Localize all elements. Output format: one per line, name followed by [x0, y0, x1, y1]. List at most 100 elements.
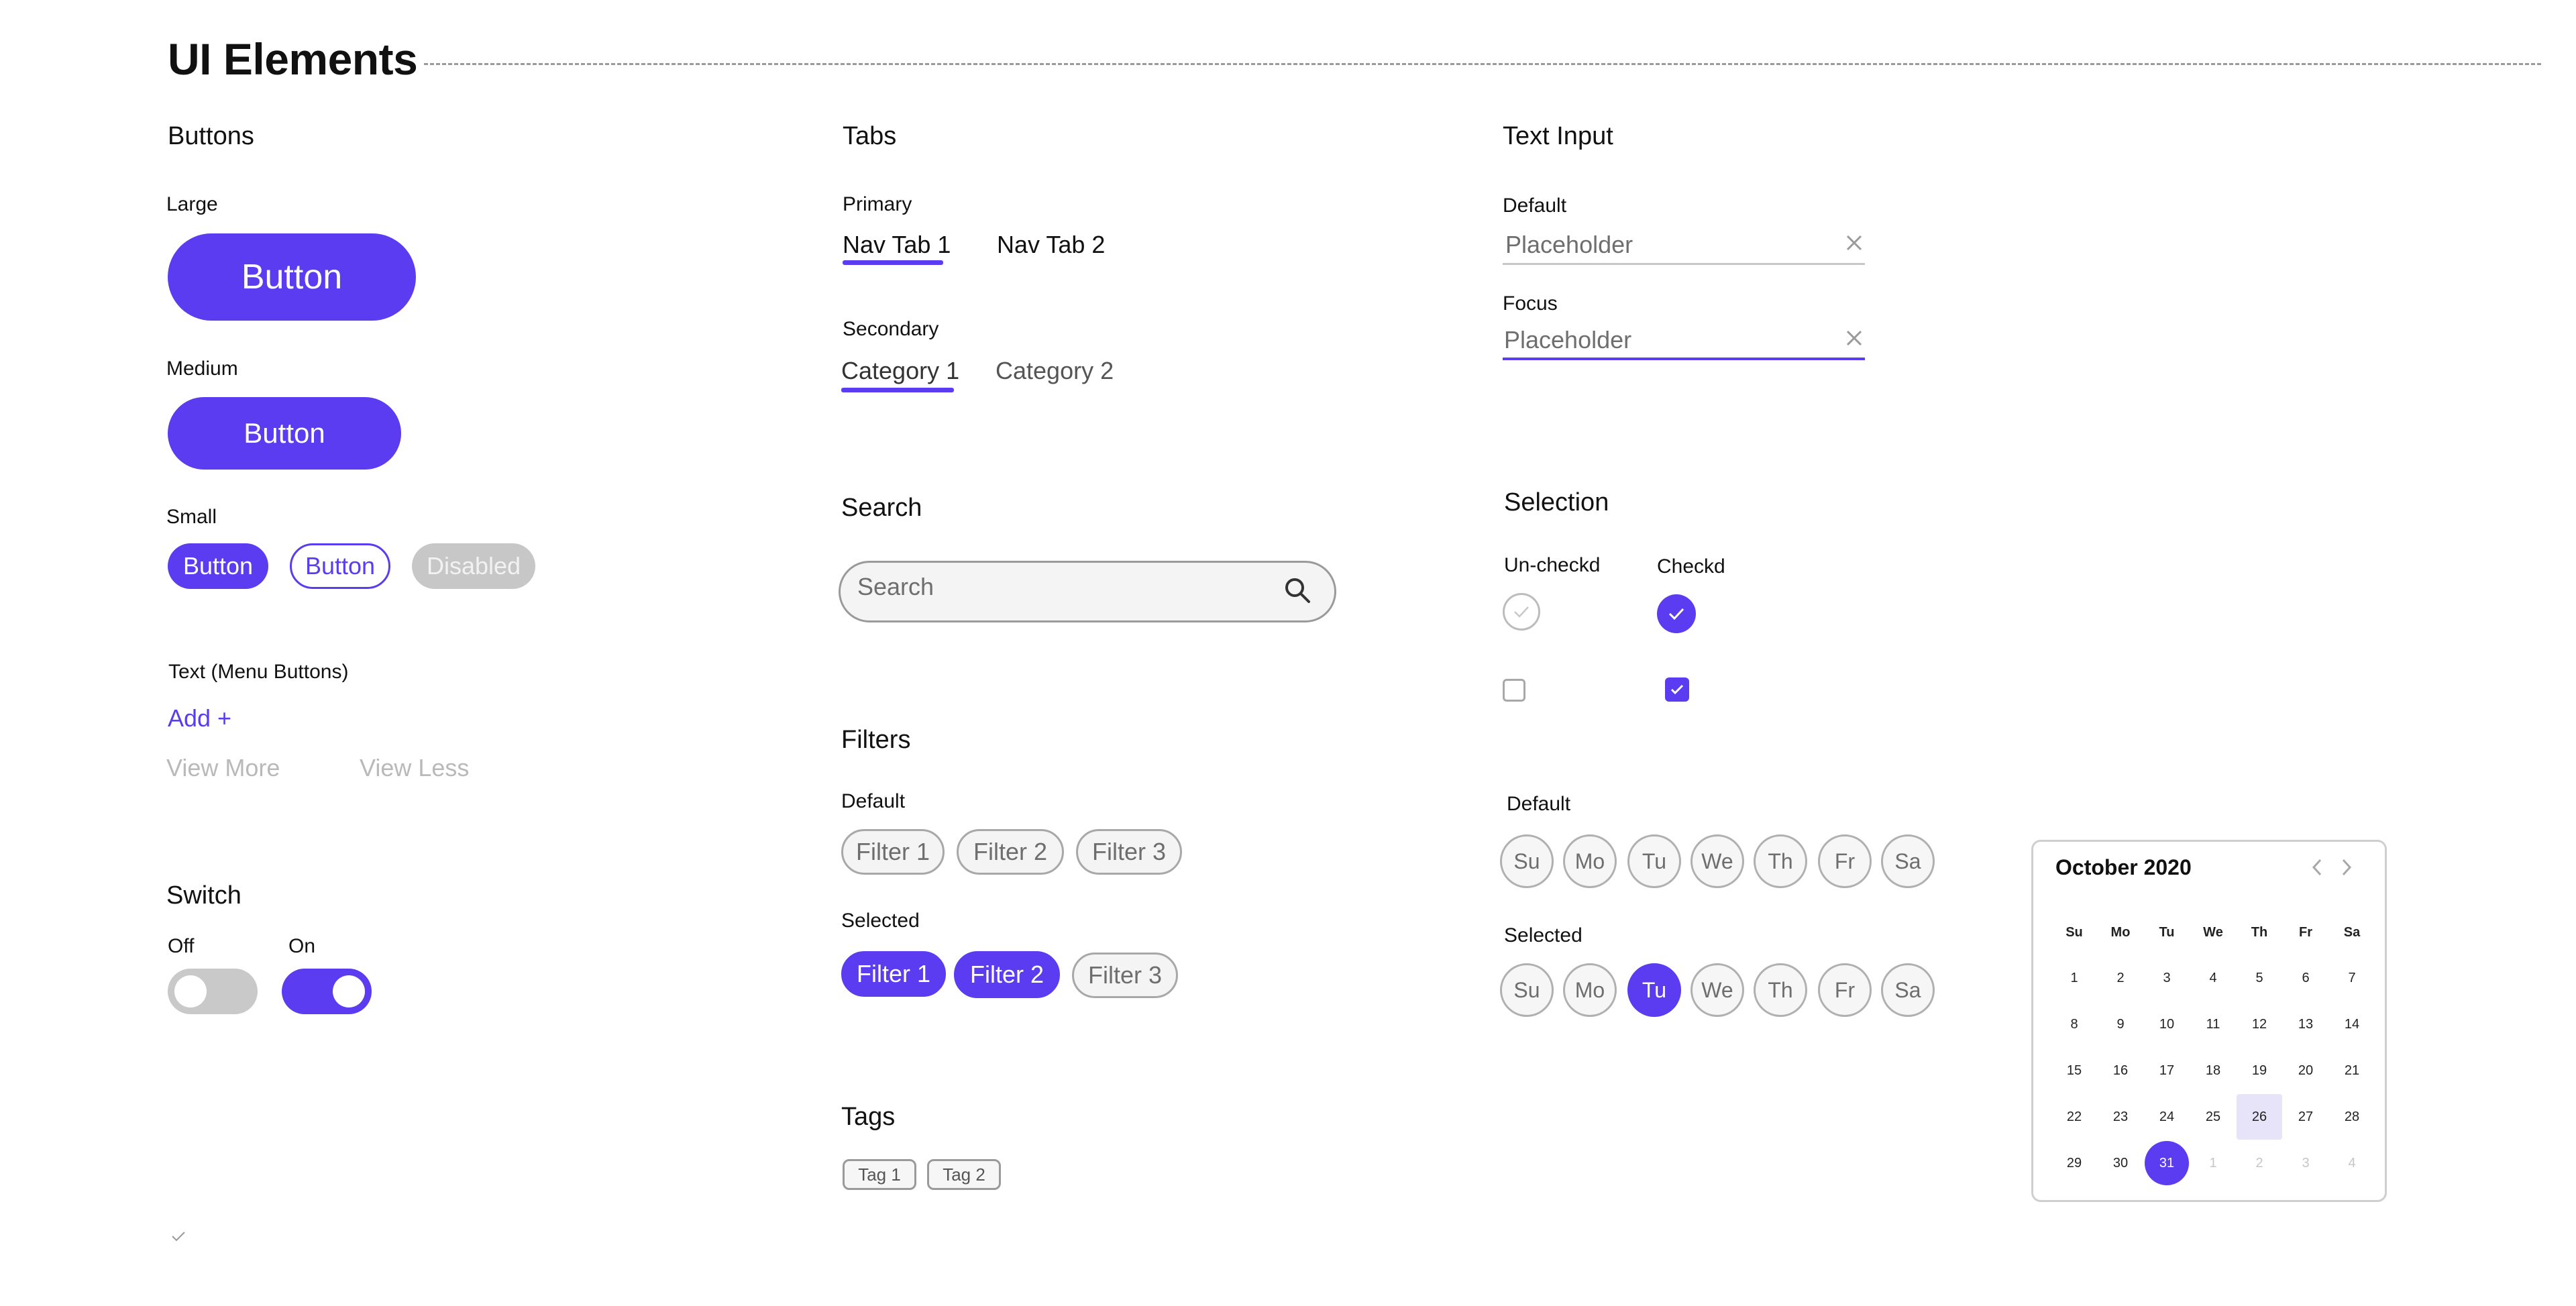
view-more-button[interactable]: View More: [166, 754, 280, 782]
calendar-day[interactable]: 23: [2098, 1094, 2143, 1140]
search-placeholder: Search: [857, 573, 934, 600]
day-toggle-fr[interactable]: Fr: [1818, 834, 1872, 888]
medium-button[interactable]: Button: [168, 397, 401, 470]
search-icon[interactable]: [1283, 576, 1312, 608]
calendar-day[interactable]: 14: [2329, 1001, 2375, 1047]
filter-chip-selected[interactable]: Filter 1: [841, 951, 946, 997]
add-button[interactable]: Add +: [168, 704, 231, 732]
input-focus-field[interactable]: Placeholder: [1504, 326, 1631, 354]
day-toggle-su[interactable]: Su: [1500, 834, 1554, 888]
calendar-weekday: Tu: [2159, 924, 2175, 940]
calendar-day[interactable]: 31: [2144, 1140, 2190, 1186]
calendar-day[interactable]: 12: [2237, 1001, 2282, 1047]
input-default-field[interactable]: Placeholder: [1505, 231, 1633, 259]
tab-nav-1[interactable]: Nav Tab 1: [843, 231, 951, 259]
days-selected-label: Selected: [1504, 924, 1582, 946]
calendar-title: October 2020: [2055, 855, 2192, 879]
radio-checked[interactable]: [1657, 594, 1696, 633]
day-toggle-sa[interactable]: Sa: [1881, 963, 1935, 1017]
tab-category-1[interactable]: Category 1: [841, 357, 959, 385]
day-toggle-tu[interactable]: Tu: [1627, 963, 1681, 1017]
calendar-day[interactable]: 22: [2051, 1094, 2097, 1140]
calendar-weekday: Su: [2065, 924, 2083, 940]
calendar-day[interactable]: 2: [2098, 955, 2143, 1001]
filter-chip[interactable]: Filter 1: [841, 829, 945, 875]
calendar-day[interactable]: 4: [2190, 955, 2236, 1001]
calendar-weekday: Mo: [2110, 924, 2131, 940]
calendar-day[interactable]: 24: [2144, 1094, 2190, 1140]
small-primary-button[interactable]: Button: [168, 543, 268, 589]
filter-chip[interactable]: Filter 2: [957, 829, 1064, 875]
tab-nav-2[interactable]: Nav Tab 2: [997, 231, 1105, 259]
calendar-day[interactable]: 28: [2329, 1094, 2375, 1140]
day-toggle-fr[interactable]: Fr: [1818, 963, 1872, 1017]
calendar-day[interactable]: 9: [2098, 1001, 2143, 1047]
calendar-day[interactable]: 15: [2051, 1048, 2097, 1093]
large-button[interactable]: Button: [168, 233, 416, 321]
calendar-day[interactable]: 1: [2051, 955, 2097, 1001]
calendar-day[interactable]: 4: [2329, 1140, 2375, 1186]
small-label: Small: [166, 506, 217, 528]
tab-category-2[interactable]: Category 2: [996, 357, 1114, 385]
calendar-day[interactable]: 25: [2190, 1094, 2236, 1140]
filter-chip[interactable]: Filter 3: [1076, 829, 1182, 875]
day-toggle-mo[interactable]: Mo: [1563, 963, 1617, 1017]
calendar-day[interactable]: 2: [2237, 1140, 2282, 1186]
checkbox-checked[interactable]: [1665, 677, 1689, 702]
calendar-day[interactable]: 11: [2190, 1001, 2236, 1047]
day-toggle-tu[interactable]: Tu: [1627, 834, 1681, 888]
day-toggle-su[interactable]: Su: [1500, 963, 1554, 1017]
buttons-heading: Buttons: [168, 122, 254, 150]
switch-knob: [174, 975, 207, 1008]
filter-chip-selected[interactable]: Filter 2: [954, 951, 1060, 998]
switch-heading: Switch: [166, 881, 241, 910]
day-toggle-sa[interactable]: Sa: [1881, 834, 1935, 888]
calendar-day[interactable]: 17: [2144, 1048, 2190, 1093]
medium-label: Medium: [166, 358, 238, 380]
switch-off[interactable]: [168, 969, 258, 1014]
calendar-day[interactable]: 21: [2329, 1048, 2375, 1093]
calendar-day[interactable]: 19: [2237, 1048, 2282, 1093]
input-focus-underline: [1503, 358, 1865, 360]
calendar-day[interactable]: 6: [2283, 955, 2328, 1001]
unchecked-label: Un-checkd: [1504, 554, 1601, 576]
day-toggle-we[interactable]: We: [1690, 834, 1744, 888]
calendar-day[interactable]: 5: [2237, 955, 2282, 1001]
tag[interactable]: Tag 2: [927, 1159, 1001, 1190]
day-toggle-we[interactable]: We: [1690, 963, 1744, 1017]
checkbox-unchecked[interactable]: [1503, 679, 1525, 702]
chevron-left-icon[interactable]: [2309, 857, 2325, 881]
chevron-right-icon[interactable]: [2339, 857, 2355, 881]
calendar-day[interactable]: 10: [2144, 1001, 2190, 1047]
calendar-day[interactable]: 16: [2098, 1048, 2143, 1093]
calendar-day[interactable]: 3: [2144, 955, 2190, 1001]
calendar-day[interactable]: 1: [2190, 1140, 2236, 1186]
switch-on-label: On: [288, 935, 316, 957]
day-toggle-mo[interactable]: Mo: [1563, 834, 1617, 888]
day-toggle-th[interactable]: Th: [1754, 834, 1807, 888]
close-icon[interactable]: [1845, 329, 1864, 351]
view-less-button[interactable]: View Less: [360, 754, 469, 782]
calendar-day[interactable]: 26: [2237, 1094, 2282, 1140]
search-heading: Search: [841, 494, 922, 522]
switch-on[interactable]: [282, 969, 372, 1014]
day-toggle-th[interactable]: Th: [1754, 963, 1807, 1017]
calendar-day[interactable]: 20: [2283, 1048, 2328, 1093]
tags-heading: Tags: [841, 1103, 896, 1131]
small-outline-button[interactable]: Button: [290, 543, 390, 589]
calendar-day[interactable]: 3: [2283, 1140, 2328, 1186]
filter-chip[interactable]: Filter 3: [1072, 953, 1178, 998]
radio-unchecked[interactable]: [1503, 593, 1540, 631]
calendar-day[interactable]: 7: [2329, 955, 2375, 1001]
tabs-secondary-label: Secondary: [843, 318, 939, 340]
tab-category-1-underline: [841, 388, 954, 392]
calendar-day[interactable]: 27: [2283, 1094, 2328, 1140]
tag[interactable]: Tag 1: [843, 1159, 916, 1190]
calendar-day[interactable]: 18: [2190, 1048, 2236, 1093]
calendar-day[interactable]: 8: [2051, 1001, 2097, 1047]
calendar-day[interactable]: 30: [2098, 1140, 2143, 1186]
close-icon[interactable]: [1845, 233, 1864, 256]
calendar-day[interactable]: 13: [2283, 1001, 2328, 1047]
title-divider: [424, 63, 2541, 65]
calendar-day[interactable]: 29: [2051, 1140, 2097, 1186]
